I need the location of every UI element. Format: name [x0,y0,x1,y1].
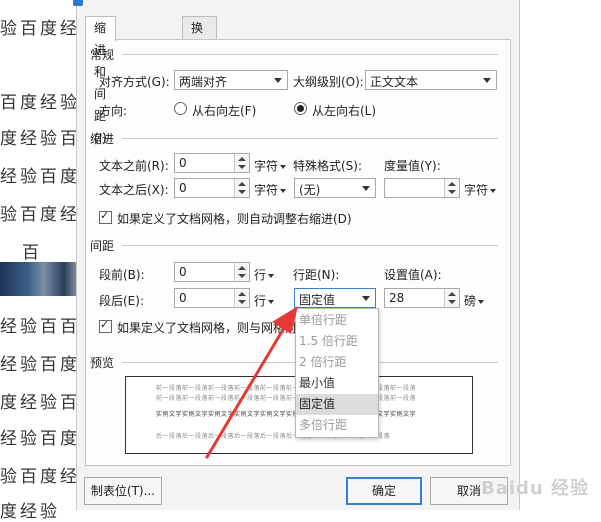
measure-label: 度量值(Y): [384,159,441,173]
space-after-spinner[interactable]: 0 [174,288,250,308]
preview-heading: 预览 [90,354,119,371]
tab-line-page-breaks[interactable]: 换行和分页(P) [182,16,217,145]
alignment-label: 对齐方式(G): [99,75,170,89]
document-line: 验百度经 [0,467,80,487]
chevron-down-icon [483,78,491,83]
line-spacing-select[interactable]: 固定值 [294,288,376,308]
rtl-radio-label: 从右向左(F) [192,104,257,118]
setting-value-spinner[interactable]: 28 [384,288,460,308]
alignment-select[interactable]: 两端对齐 [174,70,288,90]
setting-value-unit[interactable]: 磅 [464,292,485,309]
dialog-title-strip [77,0,519,10]
document-line: 验百度经 [0,205,80,225]
line-spacing-label: 行距(N): [293,268,340,282]
outline-level-label: 大纲级别(O): [293,75,364,89]
spinner-buttons[interactable] [234,154,249,172]
indent-after-value: 0 [179,181,187,195]
indent-before-value: 0 [179,156,187,170]
document-image [0,262,80,296]
spinner-buttons[interactable] [234,263,249,281]
space-after-unit[interactable]: 行 [254,292,275,309]
spacing-grid-checkbox-label: 如果定义了文档网格，则与网格对 [117,321,298,335]
line-spacing-option-exact[interactable]: 固定值 [296,394,378,415]
space-after-value: 0 [179,291,187,305]
spacing-heading: 间距 [90,237,119,254]
chevron-down-icon [362,296,370,301]
document-line: 经验百度 [0,355,80,375]
indent-after-unit[interactable]: 字符 [254,181,287,198]
chevron-down-icon [362,186,370,191]
indent-before-unit[interactable]: 字符 [254,157,287,174]
document-line: 验百度经 [0,19,80,39]
space-before-value: 0 [179,265,187,279]
space-after-label: 段后(E): [99,294,144,308]
special-format-label: 特殊格式(S): [293,159,363,173]
app-icon [73,0,83,6]
document-line: 百 [22,243,42,263]
chevron-down-icon [274,78,282,83]
tab-stops-button[interactable]: 制表位(T)... [84,477,162,505]
outline-level-value: 正文文本 [370,75,419,89]
watermark: Baidu 经验 [480,478,589,499]
ltr-radio[interactable] [294,102,307,115]
spacing-divider [122,245,498,246]
spinner-buttons[interactable] [444,179,459,197]
document-line: 经验百度 [0,167,80,187]
outline-level-select[interactable]: 正文文本 [365,70,497,90]
special-format-select[interactable]: (无) [294,178,376,198]
space-before-unit[interactable]: 行 [254,266,275,283]
document-line: 经验百百 [0,317,80,337]
general-divider [122,54,498,55]
line-spacing-option-double[interactable]: 2 倍行距 [296,352,378,373]
setting-value-label: 设置值(A): [384,268,442,282]
spinner-buttons[interactable] [234,179,249,197]
spinner-buttons[interactable] [444,289,459,307]
measure-unit[interactable]: 字符 [464,181,497,198]
alignment-value: 两端对齐 [179,75,228,89]
indent-divider [122,138,498,139]
ok-button[interactable]: 确定 [346,477,422,505]
line-spacing-option-minimum[interactable]: 最小值 [296,373,378,394]
line-spacing-option-multiple[interactable]: 多倍行距 [296,415,378,436]
setting-value: 28 [389,291,405,305]
line-spacing-value: 固定值 [299,293,336,307]
measure-spinner[interactable] [384,178,460,198]
document-line: 度经验百 [0,129,80,149]
ltr-radio-label: 从左向右(L) [312,104,377,118]
spacing-grid-checkbox[interactable] [99,318,112,333]
document-line: 经验百度 [0,429,80,449]
line-spacing-option-1-5[interactable]: 1.5 倍行距 [296,331,378,352]
indent-before-spinner[interactable]: 0 [174,153,250,173]
indent-after-label: 文本之后(X): [99,183,169,197]
line-spacing-dropdown: 单倍行距 1.5 倍行距 2 倍行距 最小值 固定值 多倍行距 [295,308,379,438]
special-format-value: (无) [299,183,321,197]
space-before-label: 段前(B): [99,268,145,282]
spinner-buttons[interactable] [234,289,249,307]
tab-indent-spacing[interactable]: 缩进和间距(I) [85,16,116,145]
rtl-radio[interactable] [174,102,187,115]
indent-grid-checkbox[interactable] [99,209,112,224]
document-line: 度经验百 [0,393,80,413]
indent-before-label: 文本之前(R): [99,159,169,173]
document-line: 百度经验 [0,93,80,113]
indent-after-spinner[interactable]: 0 [174,178,250,198]
indent-grid-checkbox-label: 如果定义了文档网格，则自动调整右缩进(D) [117,212,352,226]
space-before-spinner[interactable]: 0 [174,262,250,282]
line-spacing-option-single[interactable]: 单倍行距 [296,310,378,331]
